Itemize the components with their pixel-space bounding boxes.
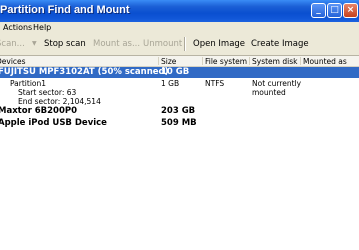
device-list[interactable]: Devices Size File system System disk Mou… — [0, 56, 359, 250]
device-row-ipod[interactable]: Apple iPod USB Device 509 MB — [0, 118, 359, 129]
column-divider[interactable] — [158, 57, 159, 65]
partition-size: 1 GB — [161, 79, 180, 88]
partition-file-system: NTFS — [205, 79, 225, 88]
device-row-fujitsu[interactable]: FUJITSU MPF3102AT (50% scanned) 10 GB — [0, 67, 359, 78]
title-bar: Partition Find and Mount _ □ × — [0, 0, 359, 22]
close-button[interactable]: × — [343, 3, 358, 18]
open-image-button[interactable]: Open Image — [193, 38, 245, 50]
device-name: Apple iPod USB Device — [0, 118, 107, 128]
scan-button[interactable]: Scan... — [0, 38, 25, 50]
col-mounted-as[interactable]: Mounted as — [303, 57, 347, 66]
device-row-maxtor[interactable]: Maxtor 6B200P0 203 GB — [0, 106, 359, 117]
col-file-system[interactable]: File system — [205, 57, 247, 66]
scan-dropdown-icon[interactable]: ▼ — [32, 38, 37, 50]
maximize-button[interactable]: □ — [327, 3, 342, 18]
stop-scan-button[interactable]: Stop scan — [44, 38, 86, 50]
column-divider[interactable] — [249, 57, 250, 65]
col-devices[interactable]: Devices — [0, 57, 26, 66]
menu-help[interactable]: Help — [33, 22, 51, 33]
toolbar: Scan... ▼ Stop scan Mount as... Unmount … — [0, 33, 359, 56]
device-name: Maxtor 6B200P0 — [0, 106, 78, 116]
partition-system-disk: Not currently — [252, 79, 302, 88]
mount-as-button[interactable]: Mount as... — [93, 38, 140, 50]
partition-name: Partition1 — [10, 79, 47, 88]
partition-start-sector: Start sector: 63 — [18, 88, 77, 97]
col-system-disk[interactable]: System disk — [252, 57, 297, 66]
device-size: 203 GB — [161, 106, 196, 116]
device-name: FUJITSU MPF3102AT (50% scanned) — [0, 67, 169, 77]
partition-system-disk-cont: mounted — [252, 88, 286, 97]
minimize-icon: _ — [316, 5, 321, 15]
col-size[interactable]: Size — [161, 57, 176, 66]
create-image-button[interactable]: Create Image — [251, 38, 309, 50]
menu-actions[interactable]: Actions — [3, 22, 32, 33]
close-icon: × — [346, 5, 355, 15]
column-divider[interactable] — [300, 57, 301, 65]
maximize-icon: □ — [330, 5, 339, 15]
column-header: Devices Size File system System disk Mou… — [0, 56, 359, 67]
minimize-button[interactable]: _ — [311, 3, 326, 18]
toolbar-separator — [184, 37, 186, 51]
device-size: 10 GB — [161, 67, 190, 77]
device-size: 509 MB — [161, 118, 197, 128]
unmount-button[interactable]: Unmount — [143, 38, 182, 50]
window-title: Partition Find and Mount — [0, 4, 130, 16]
column-divider[interactable] — [202, 57, 203, 65]
partition-end-sector: End sector: 2,104,514 — [18, 97, 101, 106]
